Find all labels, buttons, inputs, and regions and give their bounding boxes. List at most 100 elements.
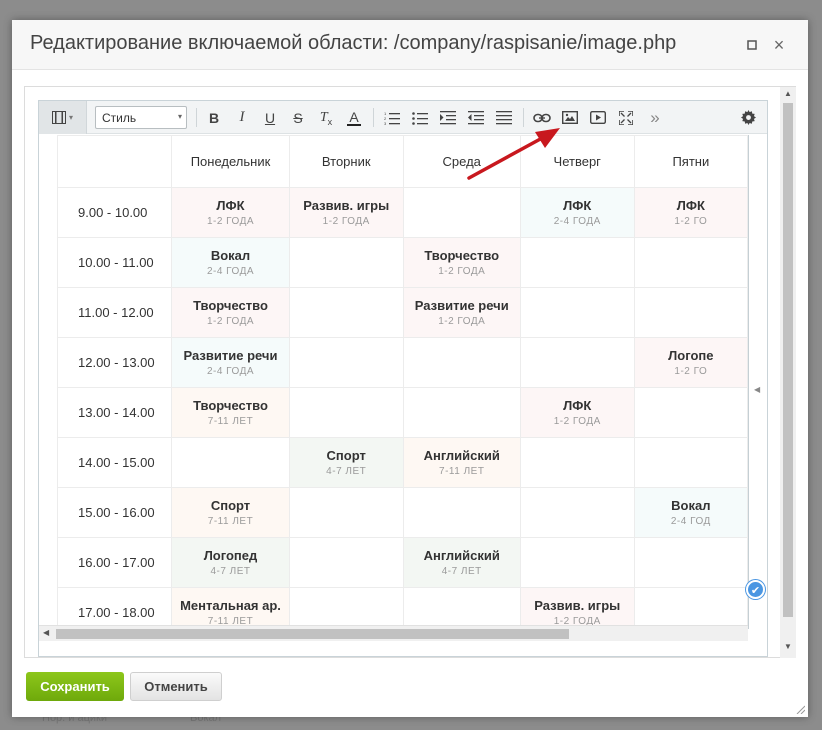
close-icon[interactable]: ×: [772, 36, 786, 54]
schedule-cell[interactable]: [402, 587, 521, 625]
schedule-cell[interactable]: Логопе 1-2 ГО: [633, 337, 748, 388]
schedule-cell[interactable]: [519, 437, 635, 488]
resize-handle-icon[interactable]: [795, 704, 805, 714]
video-button[interactable]: [587, 106, 609, 129]
underline-button[interactable]: U: [259, 106, 281, 129]
dialog-title: Редактирование включаемой области: /comp…: [30, 32, 677, 54]
schedule-cell[interactable]: Спорт 4-7 ЛЕТ: [288, 437, 404, 488]
outdent-button[interactable]: [465, 106, 487, 129]
link-button[interactable]: [531, 106, 553, 129]
schedule-cell[interactable]: [519, 487, 635, 538]
class-subject: Вокал: [210, 248, 251, 263]
schedule-cell[interactable]: ЛФК 1-2 ГОДА: [171, 187, 290, 238]
time-slot: 15.00 - 16.00: [56, 487, 173, 538]
schedule-cell[interactable]: Вокал 2-4 ГОД: [633, 487, 748, 538]
column-header: [56, 135, 173, 188]
scroll-thumb[interactable]: [783, 103, 793, 617]
chevron-left-icon[interactable]: ◀: [754, 385, 760, 394]
x-icon: x: [327, 116, 333, 127]
schedule-cell[interactable]: [402, 187, 521, 238]
schedule-cell[interactable]: Творчество 7-11 ЛЕТ: [171, 387, 290, 438]
schedule-cell[interactable]: Творчество 1-2 ГОДА: [171, 287, 290, 338]
clear-format-button[interactable]: Tx: [315, 106, 337, 129]
schedule-cell[interactable]: [288, 487, 404, 538]
schedule-cell[interactable]: Английский 7-11 ЛЕТ: [402, 437, 521, 488]
schedule-cell[interactable]: [633, 537, 748, 588]
schedule-cell[interactable]: [171, 437, 290, 488]
schedule-cell[interactable]: Развитие речи 2-4 ГОДА: [171, 337, 290, 388]
schedule-cell[interactable]: [633, 437, 748, 488]
bold-button[interactable]: B: [203, 106, 225, 129]
scroll-thumb[interactable]: [56, 629, 569, 639]
strikethrough-button[interactable]: S: [287, 106, 309, 129]
class-subject: Творчество: [193, 298, 268, 313]
schedule-cell[interactable]: Ментальная ар. 7-11 ЛЕТ: [171, 587, 290, 625]
age-group: 7-11 ЛЕТ: [207, 616, 254, 625]
scroll-down-icon[interactable]: ▼: [784, 642, 792, 651]
schedule-cell[interactable]: [519, 537, 635, 588]
font-color-button[interactable]: A: [343, 106, 365, 129]
numbered-list-button[interactable]: 123: [381, 106, 403, 129]
italic-button[interactable]: I: [231, 106, 253, 129]
schedule-cell[interactable]: [402, 337, 521, 388]
schedule-cell[interactable]: ЛФК 1-2 ГО: [633, 187, 748, 238]
view-mode-button[interactable]: ▾: [39, 101, 87, 134]
scroll-up-icon[interactable]: ▲: [784, 89, 792, 98]
age-group: 1-2 ГОДА: [206, 316, 255, 327]
align-justify-button[interactable]: [493, 106, 515, 129]
schedule-cell[interactable]: [633, 587, 748, 625]
schedule-cell[interactable]: [633, 237, 748, 288]
horizontal-scrollbar[interactable]: ◀: [39, 625, 748, 641]
schedule-cell[interactable]: Вокал 2-4 ГОДА: [171, 237, 290, 288]
time-slot: 10.00 - 11.00: [56, 237, 173, 288]
schedule-cell[interactable]: Творчество 1-2 ГОДА: [402, 237, 521, 288]
minimize-icon[interactable]: [745, 38, 759, 52]
schedule-cell[interactable]: ЛФК 2-4 ГОДА: [519, 187, 635, 238]
class-subject: Вокал: [671, 498, 711, 513]
schedule-cell[interactable]: [633, 287, 748, 338]
schedule-cell[interactable]: [288, 387, 404, 438]
class-subject: ЛФК: [563, 198, 592, 213]
schedule-cell[interactable]: [519, 287, 635, 338]
schedule-cell[interactable]: [288, 537, 404, 588]
schedule-cell[interactable]: [402, 487, 521, 538]
class-subject: Творчество: [193, 398, 268, 413]
time-slot: 17.00 - 18.00: [56, 587, 173, 625]
more-button[interactable]: »: [644, 106, 666, 129]
schedule-cell[interactable]: Английский 4-7 ЛЕТ: [402, 537, 521, 588]
save-button[interactable]: Сохранить: [26, 672, 124, 701]
style-select[interactable]: Стиль ▾: [95, 106, 187, 129]
gear-icon: [740, 110, 756, 125]
class-subject: Логопед: [203, 548, 258, 563]
schedule-cell[interactable]: [519, 337, 635, 388]
schedule-cell[interactable]: Логопед 4-7 ЛЕТ: [171, 537, 290, 588]
image-button[interactable]: [559, 106, 581, 129]
vertical-scrollbar[interactable]: ▲ ▼: [780, 87, 796, 658]
schedule-cell[interactable]: [288, 337, 404, 388]
schedule-cell[interactable]: [288, 287, 404, 338]
table-row: 9.00 - 10.00 ЛФК 1-2 ГОДА Развив. игры 1-2 Г…: [56, 187, 748, 238]
settings-button[interactable]: [737, 106, 759, 129]
age-group: 1-2 ГОДА: [322, 216, 370, 227]
table-row: 10.00 - 11.00 Вокал 2-4 ГОДА Творчество 1-2 …: [56, 237, 748, 288]
schedule-cell[interactable]: Спорт 7-11 ЛЕТ: [171, 487, 290, 538]
fullscreen-button[interactable]: [615, 106, 637, 129]
schedule-cell[interactable]: Развив. игры 1-2 ГОДА: [519, 587, 635, 625]
side-panel-collapsed[interactable]: ◀: [748, 135, 767, 629]
editor-content[interactable]: Понедельник Вторник Среда Четверг Пятни 9.00 …: [39, 135, 748, 625]
class-subject: ЛФК: [676, 198, 705, 213]
schedule-cell[interactable]: [633, 387, 748, 438]
scroll-left-icon[interactable]: ◀: [43, 628, 49, 637]
schedule-cell[interactable]: [519, 237, 635, 288]
schedule-cell[interactable]: [402, 387, 521, 438]
schedule-cell[interactable]: ЛФК 1-2 ГОДА: [519, 387, 635, 438]
schedule-cell[interactable]: [288, 587, 404, 625]
check-icon[interactable]: ✔: [746, 580, 765, 599]
schedule-cell[interactable]: Развив. игры 1-2 ГОДА: [288, 187, 404, 238]
schedule-cell[interactable]: Развитие речи 1-2 ГОДА: [402, 287, 521, 338]
cancel-button[interactable]: Отменить: [130, 672, 222, 701]
class-subject: Английский: [423, 448, 500, 463]
indent-button[interactable]: [437, 106, 459, 129]
schedule-cell[interactable]: [288, 237, 404, 288]
bullet-list-button[interactable]: [409, 106, 431, 129]
